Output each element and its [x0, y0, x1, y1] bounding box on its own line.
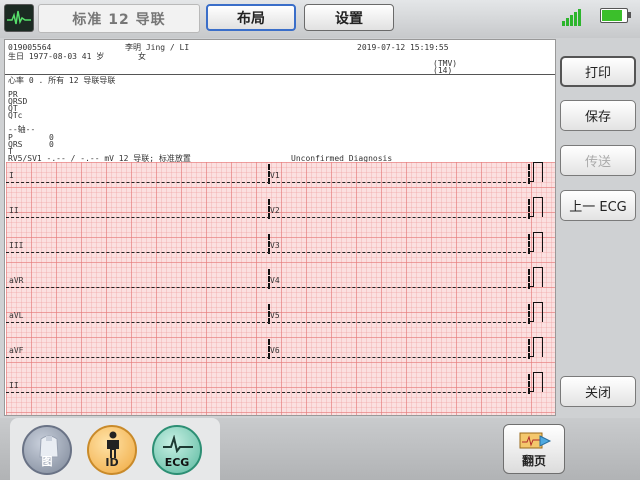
print-button[interactable]: 打印 [560, 56, 636, 87]
lead-label-left: I [9, 171, 14, 180]
calibration-pulse [529, 232, 543, 252]
lead-label-right: V4 [270, 276, 280, 285]
lead-separator [268, 199, 270, 219]
close-button[interactable]: 关闭 [560, 376, 636, 407]
ecg-monitor-icon [4, 4, 34, 32]
lead-label-left: aVF [9, 346, 24, 355]
lead-label-right: V3 [270, 241, 280, 250]
calibration-pulse [529, 162, 543, 182]
tab-body-diagram-label: 图 [41, 455, 53, 468]
tab-patient-id-label: ID [105, 456, 119, 469]
patient-sex: 女 [138, 52, 146, 61]
person-icon [107, 431, 119, 458]
lead-separator [268, 164, 270, 184]
lead-trace [6, 252, 526, 253]
send-button[interactable]: 传送 [560, 145, 636, 176]
record-datetime: 2019-07-12 15:19:55 [357, 43, 449, 52]
lead-separator [268, 234, 270, 254]
lead-label-left: II [9, 206, 19, 215]
tab-body-diagram[interactable]: 图 [22, 425, 72, 475]
ecg-wave-icon [163, 435, 193, 453]
report-divider [5, 74, 555, 75]
calibration-pulse [529, 302, 543, 322]
axis-qrs-value: 0 [49, 140, 54, 149]
ecg-report: 019005564 李明 Jing / LI 2019-07-12 15:19:… [4, 39, 556, 416]
lead-trace [6, 217, 526, 218]
lead-label-right: V6 [270, 346, 280, 355]
calibration-pulse [529, 197, 543, 217]
lead-trace [6, 287, 526, 288]
lead-label-left: aVL [9, 311, 24, 320]
calibration-pulse [529, 372, 543, 392]
lead-label-right: V5 [270, 311, 280, 320]
lead-trace [6, 182, 526, 183]
lead-trace [6, 357, 526, 358]
lead-label-left: III [9, 241, 24, 250]
lead-label-right: V2 [270, 206, 280, 215]
tab-ecg-label: ECG [164, 456, 190, 469]
lead-separator [268, 304, 270, 324]
settings-button[interactable]: 设置 [304, 4, 394, 31]
layout-button[interactable]: 布局 [206, 4, 296, 31]
tab-ecg[interactable]: ECG [152, 425, 202, 475]
lead-separator [268, 339, 270, 359]
dob-line: 生日 1977-08-03 41 岁 [8, 52, 105, 61]
lead-trace [6, 322, 526, 323]
tab-patient-id[interactable]: ID [87, 425, 137, 475]
previous-ecg-button[interactable]: 上一 ECG [560, 190, 636, 221]
lead-label-right: V1 [270, 171, 280, 180]
measurement-qtc: QTc [8, 111, 23, 120]
heart-rate-line: 心率 0 . 所有 12 导联导联 [8, 76, 116, 85]
lead-label-left: II [9, 381, 19, 390]
patient-id: 019005564 [8, 43, 52, 52]
signal-strength-icon [562, 8, 584, 26]
ecg-grid: I V1 II V2 III V3 aVR V4 aVL V5 aVF V6 II [6, 162, 555, 415]
calibration-pulse [529, 267, 543, 287]
calibration-pulse [529, 337, 543, 357]
lead-trace [6, 392, 526, 393]
save-button[interactable]: 保存 [560, 100, 636, 131]
battery-icon [600, 8, 631, 23]
page-flip-label: 翻页 [521, 454, 546, 468]
page-flip-icon [519, 432, 552, 449]
patient-name: 李明 Jing / LI [125, 43, 190, 52]
layout-name: 标准 12 导联 [38, 4, 200, 33]
lead-label-left: aVR [9, 276, 24, 285]
page-flip-button[interactable]: 翻页 [503, 424, 565, 474]
lead-separator [268, 269, 270, 289]
